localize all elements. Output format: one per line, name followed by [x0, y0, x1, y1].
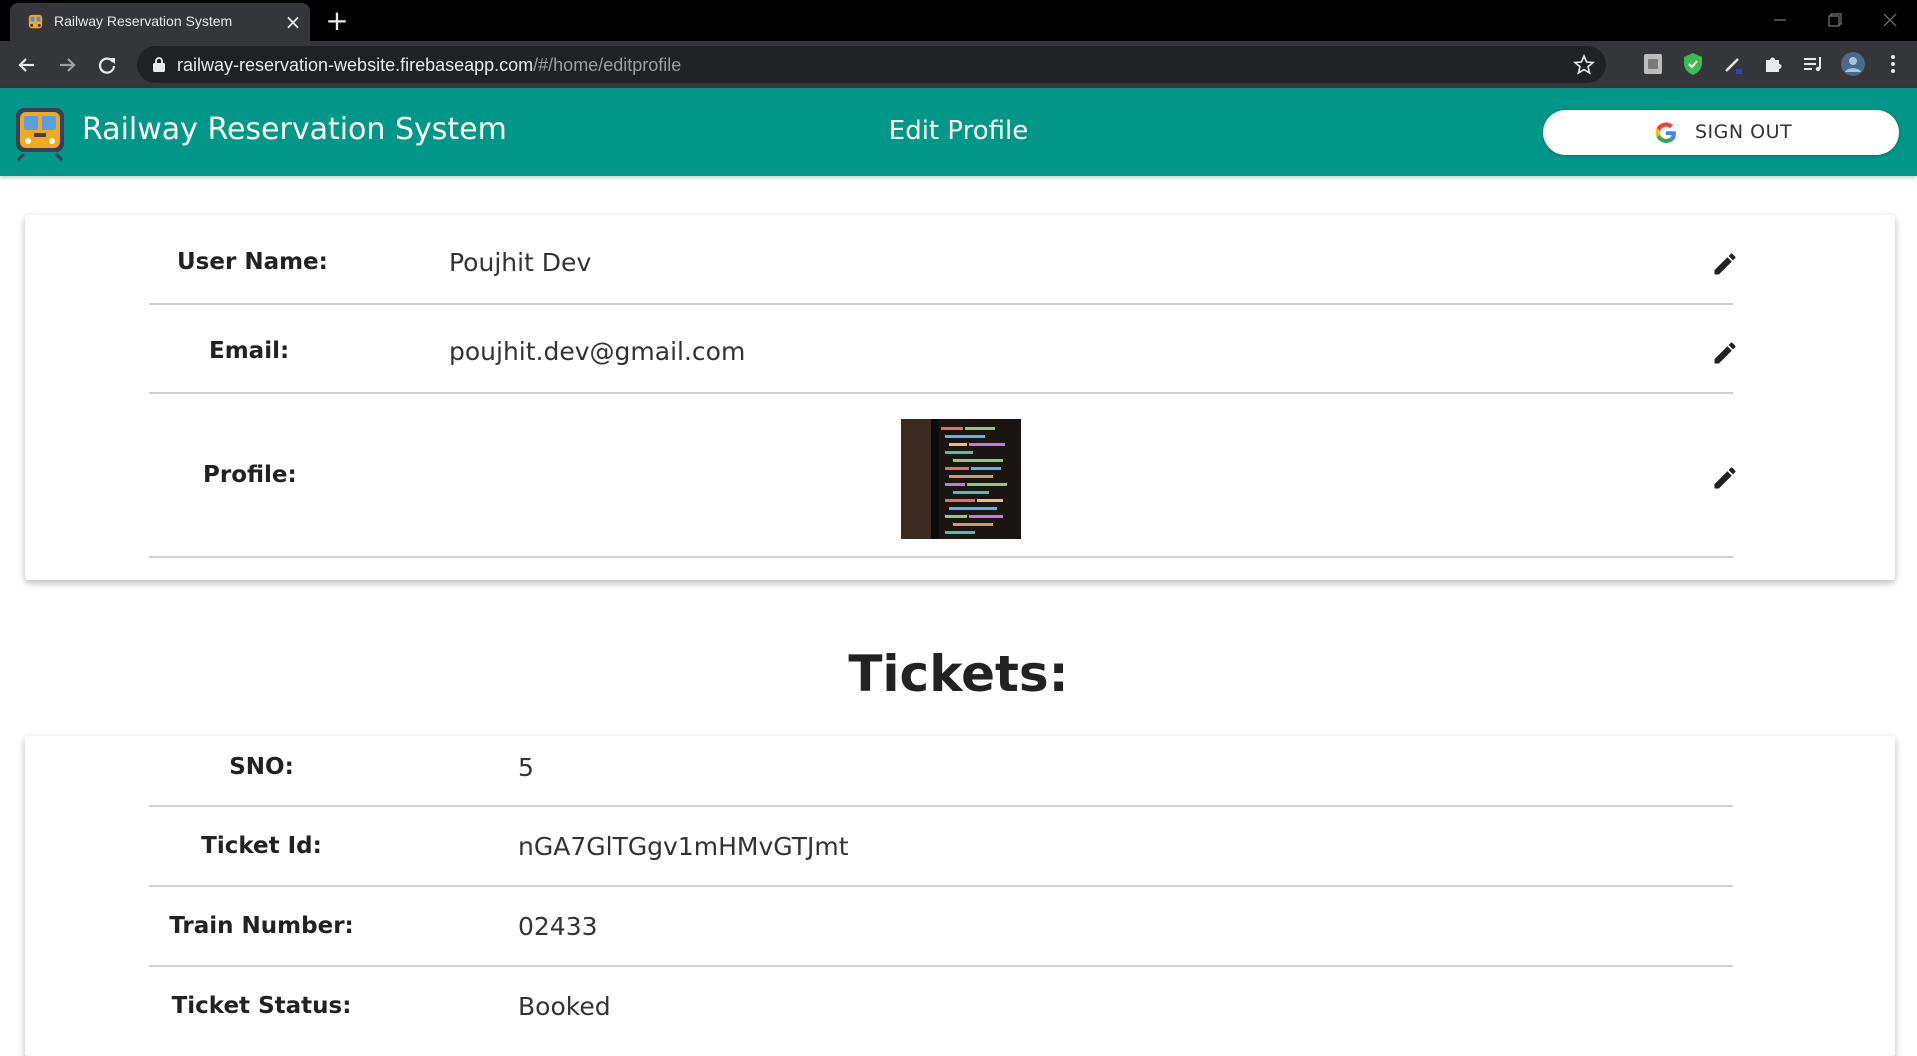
- google-icon: [1655, 122, 1676, 143]
- train-number-value: 02433: [518, 912, 598, 941]
- profile-label: Profile:: [203, 462, 297, 488]
- tickets-heading: Tickets:: [848, 645, 1069, 703]
- extension-doc-icon[interactable]: [1640, 51, 1666, 77]
- train-number-label: Train Number:: [169, 913, 354, 939]
- tab-close-icon[interactable]: ×: [282, 11, 304, 33]
- profile-card: User Name: Poujhit Dev Email: poujhit.de…: [25, 215, 1895, 580]
- username-label: User Name:: [177, 249, 328, 275]
- extension-shield-icon[interactable]: [1680, 51, 1706, 77]
- ticket-row-sno: SNO: 5: [149, 736, 1733, 807]
- extension-pen-icon[interactable]: [1720, 51, 1746, 77]
- profile-avatar-icon[interactable]: [1840, 51, 1866, 77]
- browser-tabstrip: Railway Reservation System × +: [0, 0, 1917, 41]
- ticket-row-status: Ticket Status: Booked: [149, 967, 1733, 1047]
- username-row: User Name: Poujhit Dev: [149, 215, 1736, 305]
- forward-icon[interactable]: [52, 50, 82, 80]
- ticket-sno-label: SNO:: [229, 754, 294, 780]
- profile-picture: [901, 419, 1021, 539]
- edit-email-pencil-icon[interactable]: [1711, 339, 1739, 367]
- train-logo-icon: [16, 108, 64, 162]
- ticket-id-value: nGA7GlTGgv1mHMvGTJmt: [518, 832, 849, 861]
- reload-icon[interactable]: [92, 50, 122, 80]
- ticket-row-id: Ticket Id: nGA7GlTGgv1mHMvGTJmt: [149, 807, 1733, 887]
- edit-username-pencil-icon[interactable]: [1711, 250, 1739, 278]
- sign-out-button[interactable]: SIGN OUT: [1543, 110, 1899, 155]
- train-favicon-icon: [28, 14, 43, 29]
- app-header: Railway Reservation System Edit Profile …: [0, 88, 1917, 176]
- ticket-card: SNO: 5 Ticket Id: nGA7GlTGgv1mHMvGTJmt T…: [25, 736, 1895, 1056]
- media-queue-icon[interactable]: [1800, 51, 1826, 77]
- profile-photo-row: Profile:: [149, 394, 1736, 558]
- ticket-row-train-number: Train Number: 02433: [149, 887, 1733, 967]
- email-label: Email:: [209, 338, 290, 364]
- extensions-puzzle-icon[interactable]: [1760, 51, 1786, 77]
- sign-out-label: SIGN OUT: [1695, 121, 1793, 143]
- ticket-status-label: Ticket Status:: [171, 993, 352, 1019]
- edit-profile-photo-pencil-icon[interactable]: [1711, 464, 1739, 492]
- ticket-id-label: Ticket Id:: [201, 833, 322, 859]
- url-text: railway-reservation-website.firebaseapp.…: [177, 55, 682, 75]
- bookmark-star-icon[interactable]: [1572, 53, 1596, 77]
- ticket-status-value: Booked: [518, 992, 611, 1021]
- email-value: poujhit.dev@gmail.com: [449, 337, 746, 366]
- restore-icon[interactable]: [1820, 5, 1850, 35]
- ticket-sno-value: 5: [518, 753, 534, 782]
- email-row: Email: poujhit.dev@gmail.com: [149, 305, 1736, 394]
- tab-title: Railway Reservation System: [54, 13, 233, 29]
- back-icon[interactable]: [12, 50, 42, 80]
- username-value: Poujhit Dev: [449, 248, 592, 277]
- minimize-icon[interactable]: [1765, 5, 1795, 35]
- new-tab-plus-icon[interactable]: +: [322, 6, 352, 36]
- browser-tab[interactable]: Railway Reservation System ×: [10, 3, 310, 41]
- browser-toolbar: railway-reservation-website.firebaseapp.…: [0, 41, 1917, 88]
- lock-icon: [153, 57, 165, 72]
- window-close-icon[interactable]: [1875, 5, 1905, 35]
- app-title: Railway Reservation System: [82, 112, 507, 147]
- address-bar[interactable]: railway-reservation-website.firebaseapp.…: [137, 46, 1606, 83]
- chrome-menu-icon[interactable]: [1880, 51, 1906, 77]
